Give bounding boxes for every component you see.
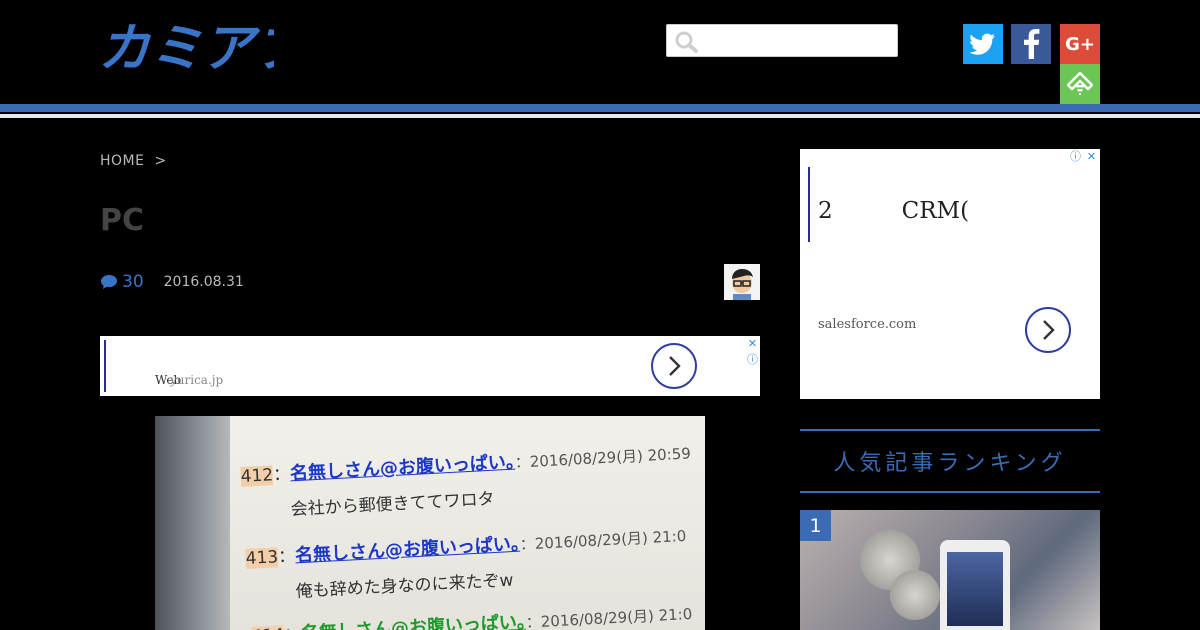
- photo-post-body: 俺も辞めた身なのに来たぞw: [295, 570, 514, 602]
- header-accent-band: [0, 104, 1200, 112]
- breadcrumb-home-link[interactable]: HOME: [100, 153, 144, 169]
- ad-close-icon[interactable]: ✕: [745, 336, 760, 350]
- smartphone-screen: [947, 552, 1003, 626]
- site-logo[interactable]: カミアプ: [98, 16, 274, 74]
- photo-post-header: 414：名無しさん@お腹いっぱい。：2016/08/29(月) 21:0: [251, 599, 693, 630]
- sidebar-ad[interactable]: ⓘ ✕ 2 CRM( salesforce.com: [800, 149, 1100, 399]
- author-avatar[interactable]: [724, 264, 760, 300]
- coin-image: [890, 570, 940, 620]
- monitor-bezel: [155, 416, 230, 630]
- logo-text: カミアプ: [98, 19, 274, 74]
- article-meta: 30 2016.08.31: [100, 272, 244, 292]
- facebook-button[interactable]: [1011, 24, 1051, 64]
- article-title: PC: [100, 203, 145, 238]
- comment-count[interactable]: 30: [122, 272, 144, 292]
- google-plus-label: G+: [1065, 33, 1095, 55]
- header-divider: [0, 114, 1200, 118]
- photo-post-header: 413：名無しさん@お腹いっぱい。：2016/08/29(月) 21:0: [245, 526, 687, 569]
- breadcrumb: HOME >: [100, 153, 167, 169]
- ad-accent-bar: [104, 340, 106, 392]
- photo-post-header: 412：名無しさん@お腹いっぱい。：2016/08/29(月) 20:59: [240, 444, 692, 487]
- search-icon: [675, 31, 698, 53]
- feedly-icon: [1067, 72, 1093, 95]
- inline-ad-arrow-button[interactable]: [651, 343, 697, 389]
- inline-ad[interactable]: Web yurica.jp ✕ ⓘ: [100, 336, 760, 396]
- publish-date: 2016.08.31: [163, 274, 244, 290]
- twitter-button[interactable]: [963, 24, 1003, 64]
- ad-info-icon[interactable]: ⓘ: [1068, 149, 1083, 163]
- ad-accent-bar: [808, 167, 810, 242]
- ad-info-icon[interactable]: ⓘ: [745, 352, 760, 366]
- google-plus-button[interactable]: G+: [1060, 24, 1100, 64]
- chevron-right-icon: [1043, 320, 1055, 340]
- ranking-number-badge: 1: [800, 510, 831, 541]
- photo-post-body: 会社から郵便きててワロタ: [290, 489, 496, 520]
- inline-ad-domain: yurica.jp: [170, 373, 224, 387]
- chevron-right-icon: [669, 356, 681, 376]
- facebook-f-icon: [1024, 29, 1040, 59]
- sidebar-ad-domain: salesforce.com: [818, 317, 917, 332]
- breadcrumb-separator: >: [154, 153, 167, 169]
- sidebar-ad-arrow-button[interactable]: [1025, 307, 1071, 353]
- search-input[interactable]: [666, 24, 898, 57]
- comment-bubble-icon: [101, 275, 117, 289]
- article-photo: 412：名無しさん@お腹いっぱい。：2016/08/29(月) 20:59 会社…: [155, 416, 705, 630]
- sidebar-ad-headline: 2 CRM(: [818, 198, 970, 224]
- ranking-item-1[interactable]: 1: [800, 510, 1100, 630]
- ranking-heading: 人気記事ランキング: [800, 429, 1100, 493]
- feedly-button[interactable]: [1060, 64, 1100, 104]
- twitter-bird-icon: [970, 33, 995, 55]
- ad-close-icon[interactable]: ✕: [1084, 149, 1099, 163]
